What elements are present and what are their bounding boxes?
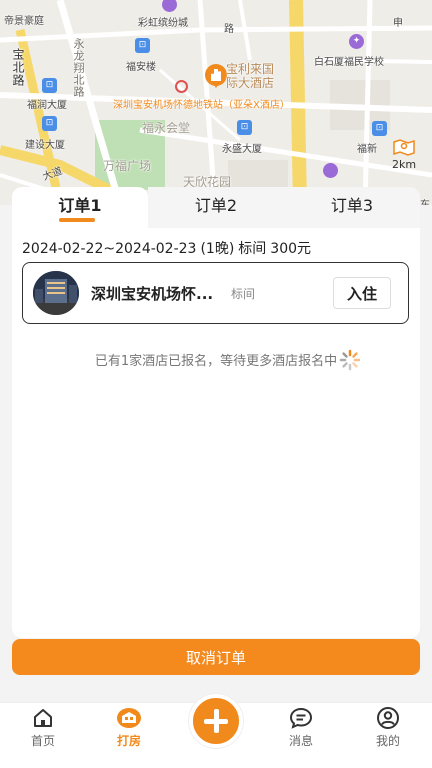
cancel-order-button[interactable]: 取消订单 bbox=[12, 639, 420, 675]
map-label: 福永会堂 bbox=[142, 121, 191, 135]
active-tab-indicator bbox=[59, 218, 95, 222]
map-label: 申 bbox=[393, 18, 403, 29]
hotel-name: 深圳宝安机场怀... bbox=[91, 285, 214, 303]
profile-icon bbox=[377, 707, 399, 729]
tab-label: 订单3 bbox=[330, 196, 374, 215]
order-tabs: 订单1 订单2 订单3 bbox=[12, 187, 420, 228]
order-card: 2024-02-22~2024-02-23 (1晚) 标间 300元 深圳宝安机场怀.… bbox=[12, 228, 420, 638]
map-scale-label: 2km bbox=[391, 158, 417, 171]
bus-stop-icon: ⊡ bbox=[135, 38, 150, 53]
bus-stop-icon: ⊡ bbox=[372, 121, 387, 136]
booking-room: 标间 bbox=[238, 241, 267, 257]
bus-stop-icon: ⊡ bbox=[42, 116, 57, 131]
booking-info: 2024-02-22~2024-02-23 (1晚) 标间 300元 bbox=[22, 238, 315, 258]
nav-profile[interactable]: 我的 bbox=[358, 707, 418, 749]
map-label: 白石厦福民学校 bbox=[314, 57, 384, 68]
message-icon bbox=[289, 707, 313, 729]
tab-order-1[interactable]: 订单1 bbox=[12, 187, 148, 228]
checkin-button[interactable]: 入住 bbox=[333, 277, 391, 309]
nav-hotel[interactable]: 打房 bbox=[99, 707, 159, 749]
map-scale: 2km bbox=[389, 138, 419, 171]
loading-spinner-icon bbox=[339, 349, 361, 371]
hotel-offer-row[interactable]: 深圳宝安机场怀... 标间 入住 bbox=[22, 262, 409, 324]
tab-label: 订单1 bbox=[58, 196, 102, 215]
map-view[interactable]: 帝景豪庭 彩虹缤纷城 路 申 ⊡ 福安楼 永龙翔北路 宝北路 ⊡ 福润大厦 ⊡ … bbox=[0, 0, 432, 205]
room-type: 标间 bbox=[231, 287, 256, 301]
bus-stop-icon: ⊡ bbox=[237, 120, 252, 135]
nav-label: 首页 bbox=[30, 734, 55, 748]
home-icon bbox=[34, 709, 52, 727]
map-label: 路 bbox=[224, 24, 234, 35]
map-label: 福新 bbox=[357, 144, 377, 155]
tab-order-3[interactable]: 订单3 bbox=[284, 187, 420, 228]
map-label: 建设大厦 bbox=[25, 140, 65, 151]
nav-home[interactable]: 首页 bbox=[13, 707, 73, 749]
target-hotel-label: 深圳宝安机场怀德地铁站（亚朵X酒店） bbox=[113, 100, 290, 111]
map-label: 彩虹缤纷城 bbox=[138, 18, 188, 29]
school-icon: ✦ bbox=[349, 34, 364, 49]
booking-nights: (1晚) bbox=[200, 241, 235, 257]
map-label: 帝景豪庭 bbox=[4, 16, 44, 27]
hotel-icon bbox=[117, 708, 141, 728]
nav-label: 我的 bbox=[375, 734, 400, 748]
nav-label: 消息 bbox=[288, 734, 313, 748]
booking-dates: 2024-02-22~2024-02-23 bbox=[22, 241, 197, 257]
poi-icon bbox=[175, 80, 188, 93]
map-label: 万福广场 bbox=[103, 159, 152, 173]
map-label: 永盛大厦 bbox=[222, 144, 262, 155]
map-label: 东 bbox=[420, 196, 430, 205]
nav-messages[interactable]: 消息 bbox=[271, 707, 331, 749]
map-label: 永龙翔北路 bbox=[72, 38, 85, 98]
add-order-button[interactable] bbox=[189, 694, 243, 748]
status-message: 已有1家酒店已报名，等待更多酒店报名中 bbox=[94, 354, 338, 369]
map-label: 宝利来国 际大酒店 bbox=[226, 62, 275, 90]
poi-icon bbox=[323, 163, 338, 178]
map-label: 福安楼 bbox=[126, 62, 156, 73]
nav-label: 打房 bbox=[116, 734, 141, 748]
map-scale-icon bbox=[393, 139, 415, 156]
tab-label: 订单2 bbox=[194, 196, 238, 215]
hotel-thumbnail bbox=[33, 271, 79, 315]
plus-icon bbox=[214, 709, 219, 733]
tab-order-2[interactable]: 订单2 bbox=[148, 187, 284, 228]
bus-stop-icon: ⊡ bbox=[42, 78, 57, 93]
booking-price: 300元 bbox=[270, 241, 312, 257]
hotel-location-pin[interactable] bbox=[205, 64, 227, 88]
map-label: 宝北路 bbox=[11, 48, 25, 87]
map-label: 福润大厦 bbox=[27, 100, 67, 111]
